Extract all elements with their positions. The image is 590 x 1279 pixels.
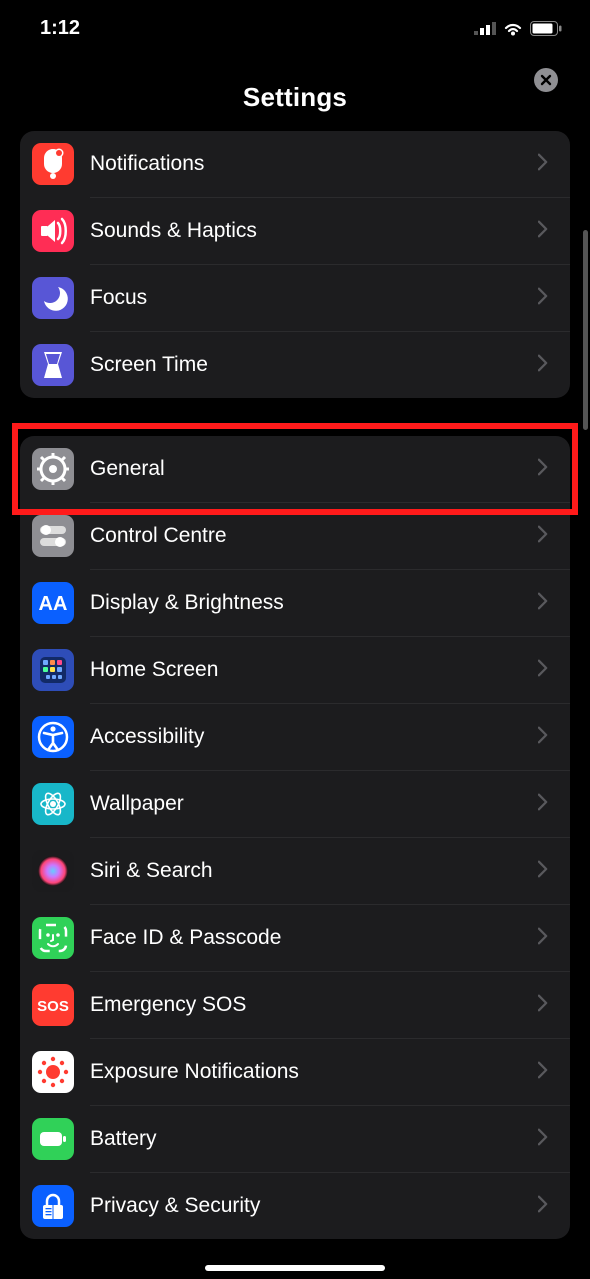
- settings-row-sos[interactable]: Emergency SOS: [20, 972, 570, 1038]
- chevron-right-icon: [538, 354, 556, 377]
- close-icon: [540, 74, 552, 86]
- settings-row-label: Focus: [90, 286, 538, 310]
- siri-icon: [32, 850, 74, 892]
- settings-row-homescreen[interactable]: Home Screen: [20, 637, 570, 703]
- general-icon: [32, 448, 74, 490]
- exposure-icon: [32, 1051, 74, 1093]
- status-time: 1:12: [40, 17, 80, 40]
- settings-group-2: General Control Centre Display & Brightn…: [20, 436, 570, 1239]
- privacy-icon: [32, 1185, 74, 1227]
- sounds-icon: [32, 210, 74, 252]
- settings-row-display[interactable]: Display & Brightness: [20, 570, 570, 636]
- settings-row-label: Exposure Notifications: [90, 1060, 538, 1084]
- settings-row-label: Privacy & Security: [90, 1194, 538, 1218]
- settings-row-label: Face ID & Passcode: [90, 926, 538, 950]
- settings-row-label: Siri & Search: [90, 859, 538, 883]
- settings-row-label: General: [90, 457, 538, 481]
- settings-row-controlcentre[interactable]: Control Centre: [20, 503, 570, 569]
- chevron-right-icon: [538, 592, 556, 615]
- page-title: Settings: [0, 82, 590, 113]
- settings-row-battery[interactable]: Battery: [20, 1106, 570, 1172]
- chevron-right-icon: [538, 1061, 556, 1084]
- chevron-right-icon: [538, 1195, 556, 1218]
- settings-row-exposure[interactable]: Exposure Notifications: [20, 1039, 570, 1105]
- battery-icon: [32, 1118, 74, 1160]
- settings-group-1: Notifications Sounds & Haptics Focus Scr…: [20, 131, 570, 398]
- settings-row-label: Home Screen: [90, 658, 538, 682]
- settings-row-sounds[interactable]: Sounds & Haptics: [20, 198, 570, 264]
- settings-row-privacy[interactable]: Privacy & Security: [20, 1173, 570, 1239]
- focus-icon: [32, 277, 74, 319]
- chevron-right-icon: [538, 458, 556, 481]
- settings-row-label: Sounds & Haptics: [90, 219, 538, 243]
- settings-row-focus[interactable]: Focus: [20, 265, 570, 331]
- settings-row-faceid[interactable]: Face ID & Passcode: [20, 905, 570, 971]
- screentime-icon: [32, 344, 74, 386]
- sos-icon: [32, 984, 74, 1026]
- chevron-right-icon: [538, 659, 556, 682]
- settings-row-general[interactable]: General: [20, 436, 570, 502]
- status-bar: 1:12: [0, 0, 590, 56]
- settings-row-accessibility[interactable]: Accessibility: [20, 704, 570, 770]
- close-button[interactable]: [534, 68, 558, 92]
- settings-row-label: Control Centre: [90, 524, 538, 548]
- wifi-icon: [502, 20, 524, 36]
- settings-row-label: Battery: [90, 1127, 538, 1151]
- cellular-icon: [474, 21, 496, 35]
- settings-row-label: Wallpaper: [90, 792, 538, 816]
- chevron-right-icon: [538, 1128, 556, 1151]
- faceid-icon: [32, 917, 74, 959]
- chevron-right-icon: [538, 287, 556, 310]
- status-indicators: [474, 20, 562, 36]
- accessibility-icon: [32, 716, 74, 758]
- display-icon: [32, 582, 74, 624]
- settings-row-label: Display & Brightness: [90, 591, 538, 615]
- settings-row-notifications[interactable]: Notifications: [20, 131, 570, 197]
- chevron-right-icon: [538, 525, 556, 548]
- chevron-right-icon: [538, 860, 556, 883]
- chevron-right-icon: [538, 153, 556, 176]
- settings-row-siri[interactable]: Siri & Search: [20, 838, 570, 904]
- settings-row-wallpaper[interactable]: Wallpaper: [20, 771, 570, 837]
- page-header: Settings: [0, 56, 590, 131]
- chevron-right-icon: [538, 220, 556, 243]
- notifications-icon: [32, 143, 74, 185]
- chevron-right-icon: [538, 726, 556, 749]
- battery-icon: [530, 21, 562, 36]
- home-indicator[interactable]: [205, 1265, 385, 1271]
- wallpaper-icon: [32, 783, 74, 825]
- settings-row-label: Screen Time: [90, 353, 538, 377]
- settings-row-label: Emergency SOS: [90, 993, 538, 1017]
- settings-row-label: Accessibility: [90, 725, 538, 749]
- homescreen-icon: [32, 649, 74, 691]
- settings-row-label: Notifications: [90, 152, 538, 176]
- chevron-right-icon: [538, 793, 556, 816]
- controlcentre-icon: [32, 515, 74, 557]
- settings-row-screentime[interactable]: Screen Time: [20, 332, 570, 398]
- chevron-right-icon: [538, 994, 556, 1017]
- scroll-indicator[interactable]: [583, 230, 588, 430]
- chevron-right-icon: [538, 927, 556, 950]
- device-frame: 1:12 Settings Notifications Sounds & Hap…: [0, 0, 590, 1279]
